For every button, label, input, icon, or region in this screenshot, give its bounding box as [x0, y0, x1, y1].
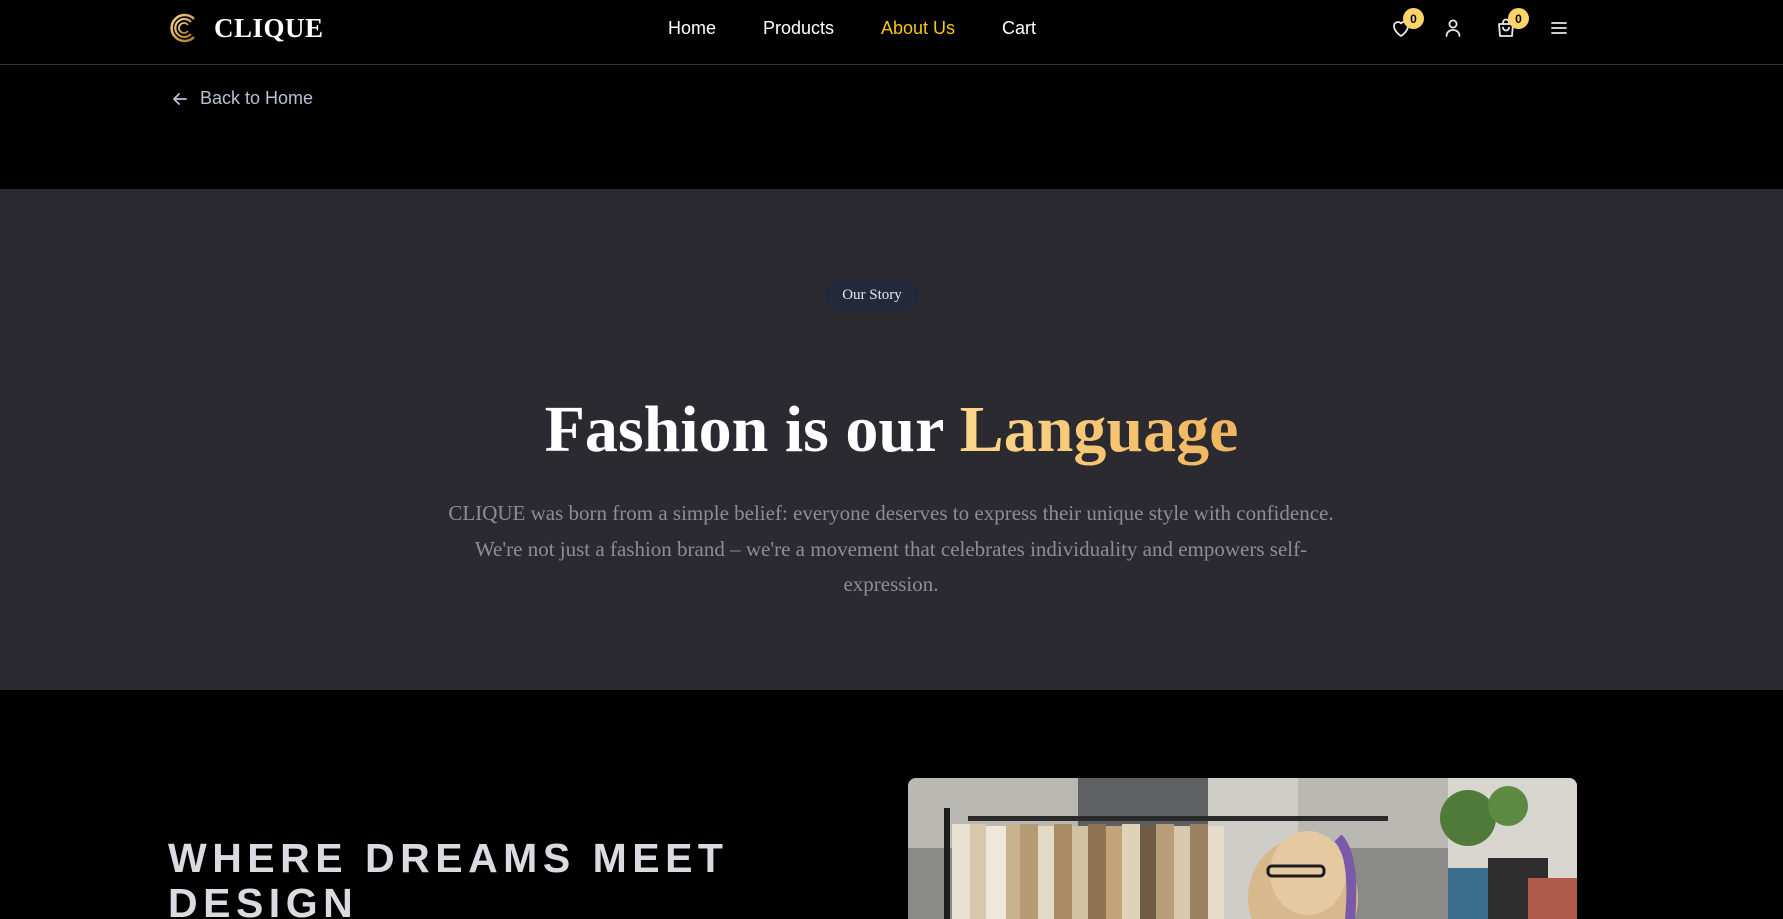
account-button[interactable]	[1441, 16, 1465, 40]
nav-products[interactable]: Products	[763, 18, 834, 39]
boutique-clothing-rack-image	[908, 778, 1577, 919]
dreams-heading: WHERE DREAMS MEET DESIGN	[168, 835, 729, 919]
menu-button[interactable]	[1547, 16, 1571, 40]
back-to-home-label: Back to Home	[200, 88, 314, 108]
story-body: CLIQUE was born from a simple belief: ev…	[448, 501, 1334, 596]
wishlist-button[interactable]: 0	[1389, 8, 1424, 40]
our-story-section: Our Story Fashion is our Language CLIQUE…	[0, 189, 1783, 690]
headline-accent: Language	[959, 393, 1239, 466]
our-story-badge: Our Story	[825, 279, 919, 311]
story-headline: Fashion is our Language	[0, 397, 1783, 463]
nav-about-us[interactable]: About Us	[881, 18, 955, 39]
cart-count-badge: 0	[1508, 8, 1529, 29]
nav-home[interactable]: Home	[668, 18, 716, 39]
store-photo	[908, 778, 1577, 919]
cart-button[interactable]: 0	[1494, 8, 1529, 40]
headline-plain: Fashion is our	[544, 393, 960, 466]
back-to-home-link[interactable]: Back to Home	[170, 88, 313, 109]
user-icon	[1445, 19, 1461, 37]
hamburger-menu-icon	[1551, 22, 1567, 34]
wishlist-count-badge: 0	[1403, 8, 1424, 29]
arrow-left-icon	[173, 92, 187, 105]
nav-cart[interactable]: Cart	[1002, 18, 1036, 39]
site-header: CLIQUE Home Products About Us Cart 0 0	[0, 0, 1783, 65]
